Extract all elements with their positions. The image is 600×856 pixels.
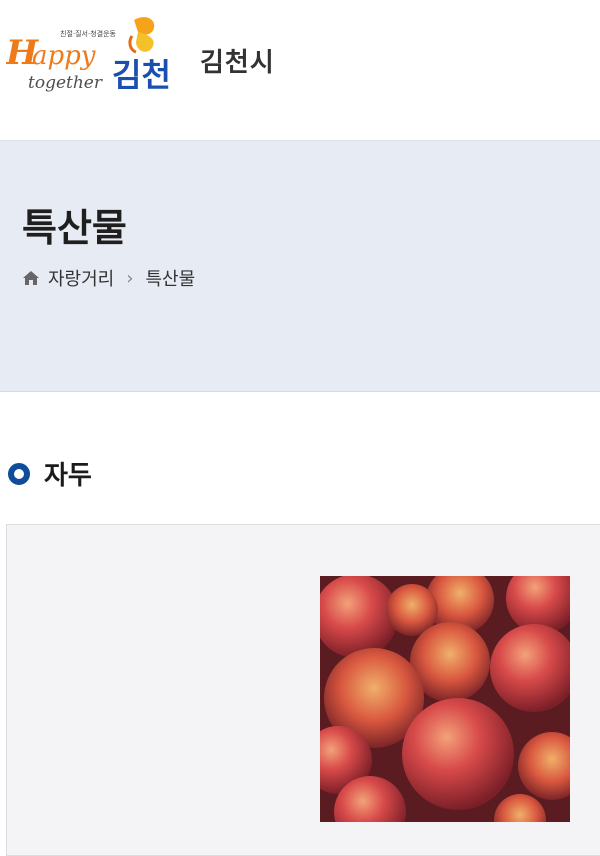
chevron-right-icon: › <box>126 267 134 289</box>
plum-photo <box>320 576 570 822</box>
svg-text:김천: 김천 <box>112 56 171 94</box>
svg-text:appy: appy <box>32 41 96 71</box>
svg-text:친절·질서·청결운동: 친절·질서·청결운동 <box>60 29 117 38</box>
section-header: 자두 <box>8 455 92 492</box>
breadcrumb: 자랑거리 › 특산물 <box>22 265 195 291</box>
logo-graphic: H appy 친절·질서·청결운동 together 김천 <box>6 17 171 94</box>
site-header: H appy 친절·질서·청결운동 together 김천 김천시 <box>0 0 600 140</box>
butterfly-icon <box>128 17 155 54</box>
svg-text:together: together <box>28 73 103 93</box>
page-title: 특산물 <box>22 206 127 250</box>
city-name[interactable]: 김천시 <box>200 42 275 79</box>
page-hero: 특산물 자랑거리 › 특산물 <box>0 140 600 392</box>
ring-icon <box>8 462 30 485</box>
home-icon[interactable] <box>22 269 40 287</box>
breadcrumb-item-자랑거리[interactable]: 자랑거리 <box>48 265 114 291</box>
breadcrumb-item-current: 특산물 <box>145 269 196 290</box>
section-title: 자두 <box>44 461 92 491</box>
product-card <box>6 524 600 856</box>
gimcheon-logo[interactable]: H appy 친절·질서·청결운동 together 김천 <box>6 12 188 98</box>
